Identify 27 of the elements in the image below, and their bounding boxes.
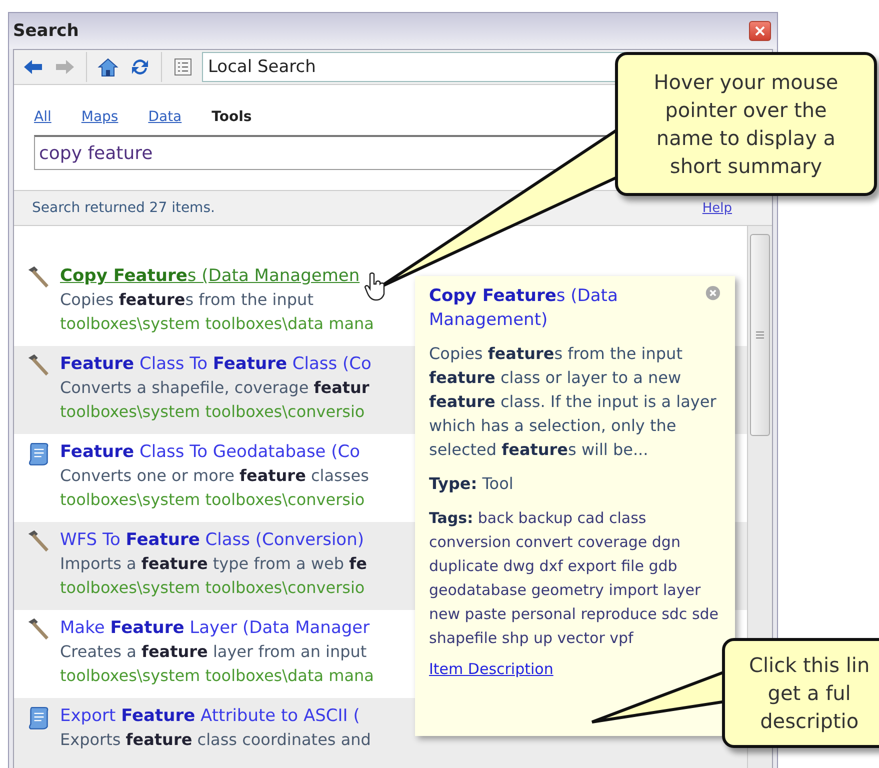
result-path: toolboxes\system toolboxes\data mana bbox=[60, 665, 374, 687]
result-path: toolboxes\system toolboxes\conversio bbox=[60, 401, 366, 423]
result-title[interactable]: Make Feature Layer (Data Manager bbox=[60, 616, 374, 640]
result-title[interactable]: Export Feature Attribute to ASCII ( bbox=[60, 704, 371, 728]
callout-text: Click this lin get a ful descriptio bbox=[749, 652, 870, 735]
tab[interactable]: Data bbox=[148, 109, 182, 125]
help-link[interactable]: Help bbox=[702, 200, 732, 216]
result-summary: Copies features from the input bbox=[60, 289, 314, 311]
result-summary: Exports feature class coordinates and bbox=[60, 729, 371, 751]
tab[interactable]: All bbox=[34, 109, 52, 125]
result-path: toolboxes\system toolboxes\conversio bbox=[60, 489, 366, 511]
window-title: Search bbox=[13, 21, 79, 41]
result-path: toolboxes\system toolboxes\conversio bbox=[60, 577, 366, 599]
tab[interactable]: Maps bbox=[81, 109, 118, 125]
result-summary: Imports a feature type from a web fe bbox=[60, 553, 367, 575]
result-title[interactable]: Feature Class To Geodatabase (Co bbox=[60, 440, 369, 464]
item-description-link[interactable]: Item Description bbox=[429, 660, 554, 678]
result-summary: Converts one or more feature classes bbox=[60, 465, 369, 487]
tab[interactable]: Tools bbox=[212, 109, 252, 125]
tooltip-type: Type: Tool bbox=[429, 473, 514, 495]
result-title[interactable]: WFS To Feature Class (Conversion) bbox=[60, 528, 367, 552]
status-text: Search returned 27 items. bbox=[32, 200, 215, 216]
result-summary: Creates a feature layer from an input bbox=[60, 641, 368, 663]
result-title[interactable]: Feature Class To Feature Class (Co bbox=[60, 352, 372, 376]
tooltip-title[interactable]: Copy Features (Data Management) bbox=[429, 284, 706, 332]
result-summary: Converts a shapefile, coverage featur bbox=[60, 377, 370, 399]
result-path: toolboxes\system toolboxes\data mana bbox=[60, 313, 374, 335]
